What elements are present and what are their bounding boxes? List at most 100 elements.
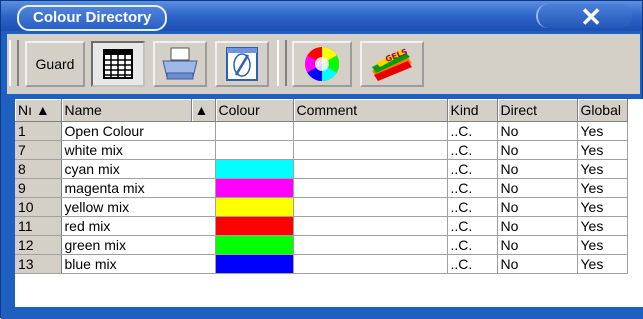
row-comment[interactable] — [293, 159, 448, 179]
row-direct[interactable]: No — [497, 121, 578, 141]
row-kind[interactable]: ..C. — [447, 159, 498, 179]
row-kind[interactable]: ..C. — [447, 178, 498, 198]
table-row[interactable]: 13 blue mix ..C. No Yes — [15, 254, 628, 274]
colour-directory-window: Colour Directory ✕ Guard GELS Nı ▲ Name … — [0, 0, 643, 319]
colour-swatch — [215, 198, 292, 216]
row-global[interactable]: Yes — [577, 159, 628, 179]
row-number[interactable]: 7 — [15, 140, 62, 160]
row-global[interactable]: Yes — [577, 197, 628, 217]
row-name[interactable]: blue mix — [61, 254, 216, 274]
print-button[interactable] — [153, 41, 207, 87]
row-number[interactable]: 11 — [15, 216, 62, 236]
row-comment[interactable] — [293, 140, 448, 160]
row-kind[interactable]: ..C. — [447, 140, 498, 160]
colour-swatch — [215, 236, 292, 254]
column-header-number[interactable]: Nı ▲ — [15, 99, 62, 122]
row-name[interactable]: magenta mix — [61, 178, 216, 198]
row-kind[interactable]: ..C. — [447, 235, 498, 255]
row-name[interactable]: cyan mix — [61, 159, 216, 179]
table-row[interactable]: 10 yellow mix ..C. No Yes — [15, 197, 628, 217]
colour-table: Nı ▲ Name ▲ Colour Comment Kind Direct G… — [15, 99, 643, 307]
row-colour-swatch[interactable] — [215, 159, 294, 179]
row-comment[interactable] — [293, 178, 448, 198]
row-direct[interactable]: No — [497, 159, 578, 179]
title-bar: Colour Directory ✕ — [1, 1, 642, 31]
row-name[interactable]: green mix — [61, 235, 216, 255]
column-header-colour[interactable]: Colour — [215, 99, 294, 122]
colour-swatch — [215, 160, 292, 178]
row-global[interactable]: Yes — [577, 140, 628, 160]
row-colour-swatch[interactable] — [215, 235, 294, 255]
row-direct[interactable]: No — [497, 178, 578, 198]
row-kind[interactable]: ..C. — [447, 216, 498, 236]
row-global[interactable]: Yes — [577, 235, 628, 255]
row-direct[interactable]: No — [497, 216, 578, 236]
row-number[interactable]: 13 — [15, 254, 62, 274]
table-body: 1 Open Colour ..C. No Yes 7 white mix ..C. No Yes… — [15, 121, 628, 274]
close-tab: ✕ — [536, 4, 632, 30]
row-direct[interactable]: No — [497, 197, 578, 217]
row-number[interactable]: 10 — [15, 197, 62, 217]
column-header-comment[interactable]: Comment — [293, 99, 448, 122]
colour-swatch — [215, 217, 292, 235]
printer-icon — [162, 47, 198, 80]
row-comment[interactable] — [293, 254, 448, 274]
gels-icon: GELS — [372, 47, 412, 81]
sheet-view-button[interactable] — [91, 41, 145, 87]
colour-picker-button[interactable] — [292, 41, 352, 87]
row-number[interactable]: 8 — [15, 159, 62, 179]
colour-swatch — [215, 255, 292, 273]
row-global[interactable]: Yes — [577, 216, 628, 236]
row-name[interactable]: yellow mix — [61, 197, 216, 217]
row-name[interactable]: Open Colour — [61, 121, 216, 141]
column-header-name[interactable]: Name — [61, 99, 192, 122]
row-kind[interactable]: ..C. — [447, 254, 498, 274]
table-row[interactable]: 8 cyan mix ..C. No Yes — [15, 159, 628, 179]
row-colour-swatch[interactable] — [215, 178, 294, 198]
row-comment[interactable] — [293, 216, 448, 236]
table-row[interactable]: 12 green mix ..C. No Yes — [15, 235, 628, 255]
guard-button[interactable]: Guard — [25, 41, 85, 87]
row-name[interactable]: red mix — [61, 216, 216, 236]
row-name[interactable]: white mix — [61, 140, 216, 160]
window-bottom-border — [1, 307, 643, 319]
toolbar-grip[interactable] — [9, 40, 19, 86]
column-header-direct[interactable]: Direct — [497, 99, 578, 122]
row-number[interactable]: 9 — [15, 178, 62, 198]
row-global[interactable]: Yes — [577, 121, 628, 141]
table-row[interactable]: 1 Open Colour ..C. No Yes — [15, 121, 628, 141]
column-header-global[interactable]: Global — [577, 99, 628, 122]
edit-doc-icon — [226, 47, 258, 81]
toolbar-grip[interactable] — [277, 40, 287, 86]
row-colour-swatch[interactable] — [215, 197, 294, 217]
colour-wheel-icon — [305, 47, 339, 81]
sheet-view-icon — [103, 49, 133, 79]
row-comment[interactable] — [293, 121, 448, 141]
row-direct[interactable]: No — [497, 140, 578, 160]
row-comment[interactable] — [293, 235, 448, 255]
edit-button[interactable] — [215, 41, 269, 87]
row-number[interactable]: 1 — [15, 121, 62, 141]
row-direct[interactable]: No — [497, 254, 578, 274]
row-comment[interactable] — [293, 197, 448, 217]
close-icon[interactable]: ✕ — [580, 4, 602, 30]
window-title: Colour Directory — [17, 5, 168, 31]
row-colour-swatch[interactable] — [215, 121, 294, 141]
row-direct[interactable]: No — [497, 235, 578, 255]
row-colour-swatch[interactable] — [215, 140, 294, 160]
row-global[interactable]: Yes — [577, 254, 628, 274]
row-kind[interactable]: ..C. — [447, 121, 498, 141]
table-row[interactable]: 9 magenta mix ..C. No Yes — [15, 178, 628, 198]
row-kind[interactable]: ..C. — [447, 197, 498, 217]
colour-swatch — [215, 141, 292, 159]
row-global[interactable]: Yes — [577, 178, 628, 198]
sort-ascending-icon[interactable]: ▲ — [191, 99, 216, 122]
table-row[interactable]: 7 white mix ..C. No Yes — [15, 140, 628, 160]
row-number[interactable]: 12 — [15, 235, 62, 255]
table-row[interactable]: 11 red mix ..C. No Yes — [15, 216, 628, 236]
row-colour-swatch[interactable] — [215, 254, 294, 274]
gels-button[interactable]: GELS — [360, 41, 424, 87]
toolbar: Guard GELS — [7, 34, 640, 94]
column-header-kind[interactable]: Kind — [447, 99, 498, 122]
row-colour-swatch[interactable] — [215, 216, 294, 236]
